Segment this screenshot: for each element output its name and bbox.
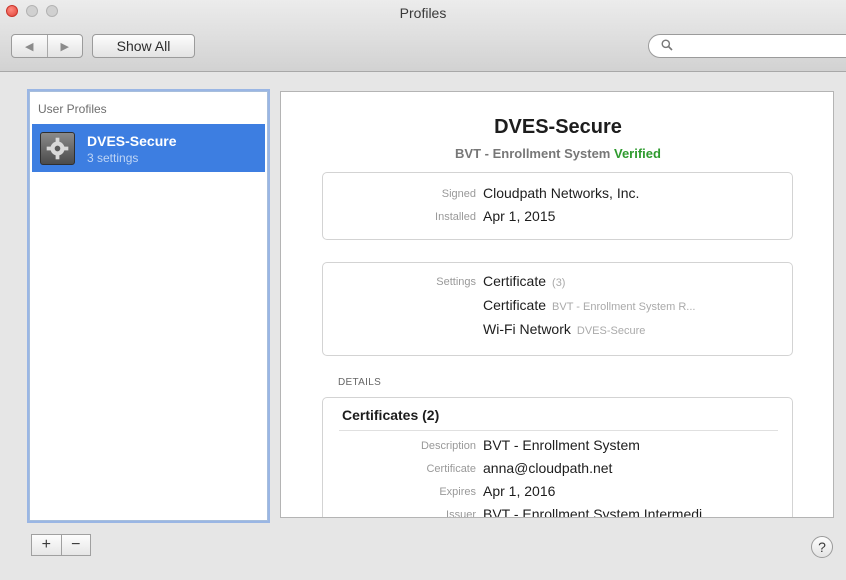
installed-value: Apr 1, 2015 [483,208,556,224]
profile-title: DVES-Secure [494,116,622,138]
details-section-label: DETAILS [338,377,382,388]
signature-box: Signed Cloudpath Networks, Inc. Installe… [322,172,793,240]
profiles-list-header: User Profiles [38,102,107,116]
signed-row: Signed Cloudpath Networks, Inc. [323,185,794,205]
help-button[interactable]: ? [811,536,833,558]
cert-field-row: Description BVT - Enrollment System [323,437,794,457]
settings-row: Certificate BVT - Enrollment System R... [323,297,794,317]
search-icon [661,39,673,51]
remove-profile-button[interactable]: − [60,535,91,555]
settings-row: Wi-Fi Network DVES-Secure [323,321,794,341]
search-input[interactable] [648,34,846,58]
settings-label: Settings [436,276,476,288]
profile-detail-pane: DVES-Secure BVT - Enrollment System Veri… [280,91,834,518]
cert-field-label: Certificate [426,463,476,475]
signed-value: Cloudpath Networks, Inc. [483,185,640,201]
cert-field-row: Issuer BVT - Enrollment System Intermedi… [323,506,794,518]
forward-button[interactable]: ▶ [46,35,83,57]
certificates-box: Certificates (2) Description BVT - Enrol… [322,397,794,518]
cert-field-value: BVT - Enrollment System Intermedi... [483,506,714,518]
back-forward-control: ◀ ▶ [11,34,83,58]
settings-row: Settings Certificate (3) [323,273,794,293]
cert-field-label: Issuer [446,509,476,518]
profiles-list: User Profiles DVES-Secure 3 settings [29,91,268,521]
divider [339,430,778,431]
setting-detail: BVT - Enrollment System R... [552,301,696,313]
profile-name: DVES-Secure [87,133,177,149]
show-all-button[interactable]: Show All [92,34,195,58]
cert-field-row: Certificate anna@cloudpath.net [323,460,794,480]
cert-field-value: Apr 1, 2016 [483,483,556,499]
setting-item: Wi-Fi Network DVES-Secure [483,321,645,337]
profile-settings-count: 3 settings [87,151,139,165]
certificates-header: Certificates (2) [342,407,440,423]
cert-field-row: Expires Apr 1, 2016 [323,483,794,503]
setting-detail: DVES-Secure [576,325,646,337]
profile-issuer: BVT - Enrollment System [455,146,611,161]
cert-field-label: Description [420,440,476,452]
installed-row: Installed Apr 1, 2015 [323,208,794,228]
window-title: Profiles [399,5,447,21]
profile-gear-icon [40,132,75,165]
settings-box: Settings Certificate (3) Certificate BVT -… [322,262,793,356]
cert-field-value: BVT - Enrollment System [483,437,640,453]
cert-field-value: anna@cloudpath.net [483,460,613,476]
window-titlebar: Profiles ◀ ▶ Show All [0,0,846,72]
verified-badge: Verified [613,146,661,161]
add-remove-control: + − [31,534,91,556]
add-profile-button[interactable]: + [32,535,61,555]
profile-subtitle: BVT - Enrollment System Verified [281,146,833,161]
setting-name: Certificate [483,273,547,289]
signed-label: Signed [441,188,476,200]
setting-item: Certificate (3) [483,273,565,289]
setting-item: Certificate BVT - Enrollment System R... [483,297,695,313]
profile-item-dves-secure[interactable]: DVES-Secure 3 settings [32,124,265,172]
back-button[interactable]: ◀ [12,35,47,57]
cert-field-label: Expires [439,486,476,498]
setting-detail: (3) [552,277,566,289]
installed-label: Installed [435,211,476,223]
setting-name: Certificate [483,297,547,313]
setting-name: Wi-Fi Network [483,321,571,337]
